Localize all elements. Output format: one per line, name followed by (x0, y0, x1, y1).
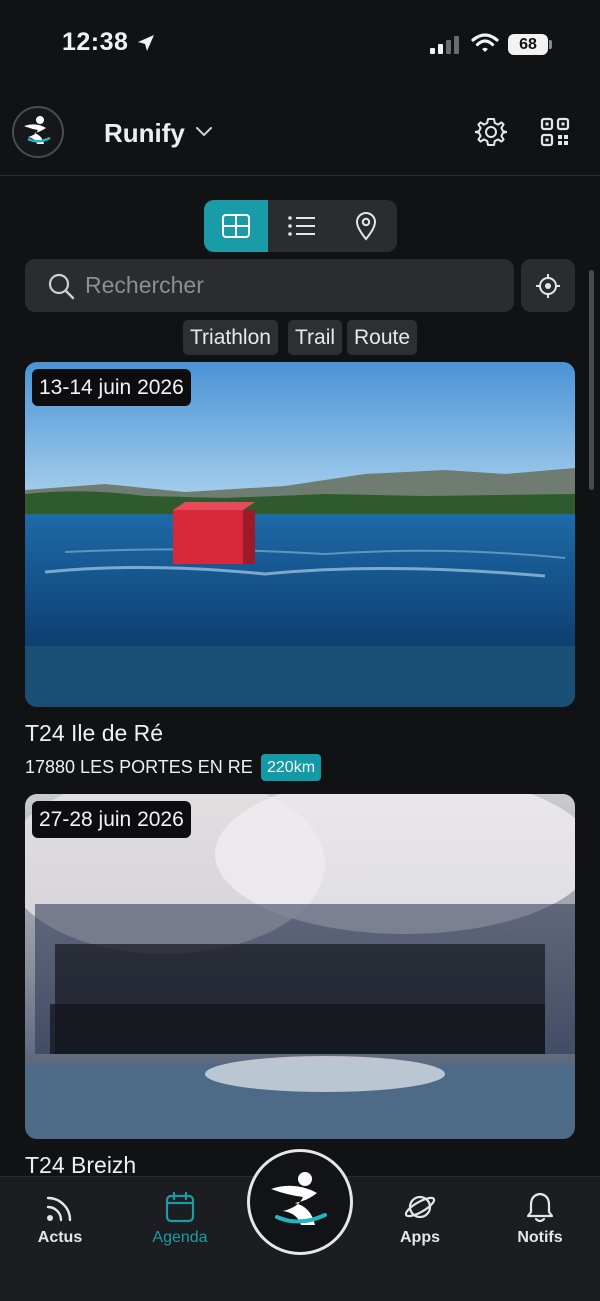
event-location: 17880 LES PORTES EN RE (25, 757, 253, 777)
map-view-button[interactable] (334, 200, 398, 252)
scrollbar[interactable] (589, 270, 594, 490)
tab-apps[interactable]: Apps (370, 1187, 470, 1257)
tab-label: Notifs (517, 1229, 563, 1246)
calendar-icon (165, 1191, 195, 1223)
event-distance-badge: 220km (261, 754, 322, 781)
planet-icon (404, 1195, 436, 1219)
location-arrow-icon (138, 35, 154, 51)
battery-indicator: 68 (508, 34, 548, 55)
tab-agenda[interactable]: Agenda (130, 1187, 230, 1257)
bell-icon (526, 1192, 554, 1223)
grid-view-icon (222, 214, 250, 238)
view-mode-switch (204, 200, 397, 252)
tab-label: Actus (37, 1229, 83, 1246)
app-title[interactable]: Runify (104, 118, 185, 149)
locate-me-button[interactable] (521, 259, 575, 312)
grid-view-button[interactable] (204, 200, 268, 252)
filter-chip-route[interactable]: Route (347, 320, 418, 355)
event-card-image[interactable]: 13-14 juin 2026 (25, 362, 575, 707)
runify-logo[interactable] (12, 106, 64, 158)
event-photo (25, 362, 575, 707)
search-bar (25, 259, 514, 312)
event-date-badge: 13-14 juin 2026 (32, 369, 191, 406)
runify-logo (271, 1172, 327, 1225)
map-pin-icon (355, 212, 377, 241)
app-header: Runify (0, 96, 600, 176)
tab-label: Agenda (152, 1229, 208, 1246)
list-view-icon (288, 216, 315, 236)
locate-icon (536, 273, 560, 298)
event-title[interactable]: T24 Breizh (25, 1152, 136, 1179)
filter-chip-trail[interactable]: Trail (288, 320, 343, 355)
rss-icon (46, 1196, 72, 1222)
gear-icon[interactable] (475, 116, 507, 148)
event-card-image[interactable]: 27-28 juin 2026 (25, 794, 575, 1139)
search-input[interactable] (85, 267, 495, 303)
battery-cap (549, 40, 552, 49)
wifi-icon (471, 33, 499, 52)
status-bar: 12:38 68 (0, 0, 600, 90)
event-date-badge: 27-28 juin 2026 (32, 801, 191, 838)
list-view-button[interactable] (270, 200, 334, 252)
tab-actus[interactable]: Actus (10, 1187, 110, 1257)
event-photo (25, 794, 575, 1139)
filter-chips: Triathlon Trail Route (0, 320, 600, 355)
runify-center-button[interactable] (247, 1149, 353, 1255)
filter-chip-triathlon[interactable]: Triathlon (183, 320, 278, 355)
chevron-down-icon[interactable] (195, 126, 213, 138)
status-time: 12:38 (62, 28, 129, 56)
tab-notifs[interactable]: Notifs (490, 1187, 590, 1257)
event-title[interactable]: T24 Ile de Ré (25, 720, 163, 747)
tab-label: Apps (400, 1229, 440, 1246)
search-icon (48, 273, 75, 300)
signal-icon (430, 36, 459, 54)
qr-code-icon[interactable] (540, 117, 570, 147)
